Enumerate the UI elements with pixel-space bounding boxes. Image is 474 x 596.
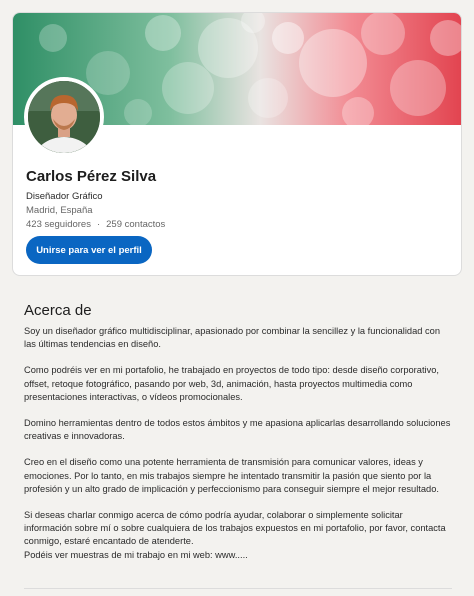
stats-separator: · (96, 219, 101, 230)
about-text: Soy un diseñador gráfico multidisciplina… (24, 325, 452, 562)
profile-name: Carlos Pérez Silva (26, 168, 157, 185)
profile-headline: Diseñador Gráfico (26, 191, 103, 202)
about-paragraph: Domino herramientas dentro de todos esto… (24, 418, 451, 442)
connections-count: 259 contactos (106, 219, 166, 230)
section-divider (24, 588, 452, 589)
about-section: Acerca de Soy un diseñador gráfico multi… (24, 302, 452, 562)
profile-location: Madrid, España (26, 205, 93, 216)
profile-photo (24, 77, 104, 157)
followers-count: 423 seguidores (26, 219, 91, 230)
profile-stats: 423 seguidores · 259 contactos (26, 219, 165, 230)
about-paragraph: Como podréis ver en mi portafolio, he tr… (24, 365, 439, 402)
about-paragraph: Podéis ver muestras de mi trabajo en mi … (24, 549, 248, 560)
profile-card: Carlos Pérez Silva Diseñador Gráfico Mad… (12, 12, 462, 276)
about-title: Acerca de (24, 302, 92, 319)
about-paragraph: Creo en el diseño como una potente herra… (24, 457, 439, 494)
join-to-view-profile-button[interactable]: Unirse para ver el perfil (26, 236, 152, 264)
about-paragraph: Soy un diseñador gráfico multidisciplina… (24, 326, 441, 350)
about-paragraph: Si deseas charlar conmigo acerca de cómo… (24, 510, 446, 547)
